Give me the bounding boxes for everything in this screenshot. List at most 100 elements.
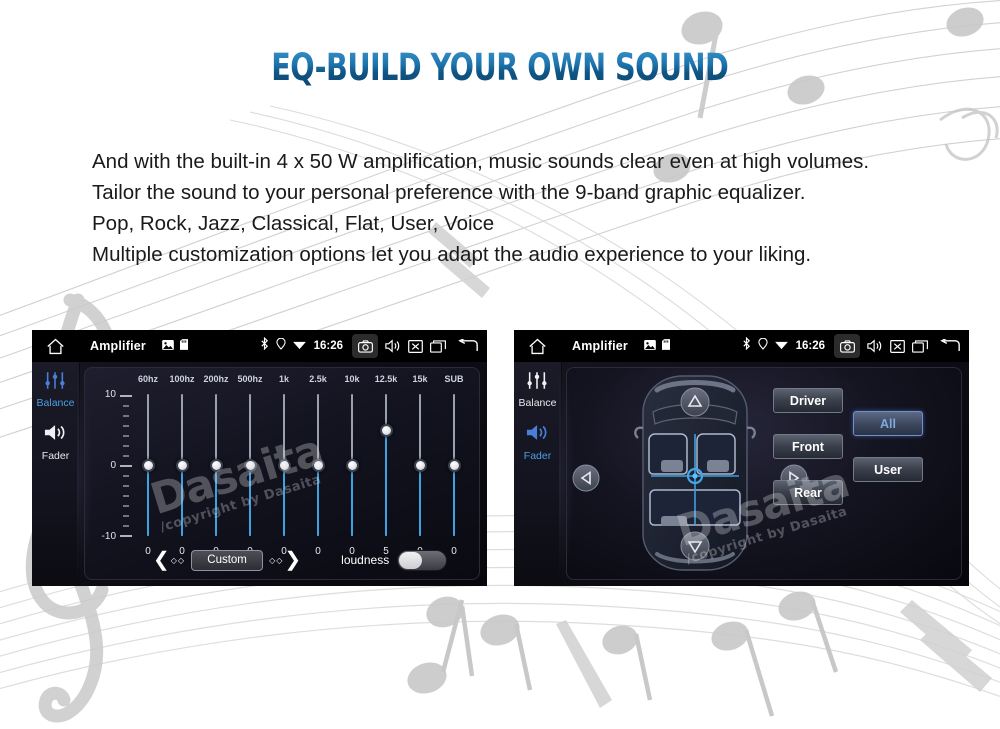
image-icon [162,337,174,355]
eq-slider-thumb[interactable] [175,458,189,472]
arrow-left-icon[interactable] [572,464,600,497]
sdcard-icon [661,337,670,355]
fader-button-all[interactable]: All [853,411,923,436]
chevron-left-icon: ❮ [153,549,170,571]
copy-line-1: And with the built-in 4 x 50 W amplifica… [92,150,870,173]
eq-slider-1k[interactable] [267,394,301,544]
eq-slider-thumb[interactable] [209,458,223,472]
status-bar-fader: Amplifier 16:26 [514,330,969,362]
wifi-icon [292,337,306,355]
sidebar-item-fader-label: Fader [523,450,552,462]
eq-slider-fill [181,465,183,536]
sidebar-item-fader-label: Fader [41,450,70,462]
eq-band-label: 60hz [137,374,158,384]
fader-button-driver[interactable]: Driver [773,388,843,413]
eq-band-label: 1k [278,374,289,384]
eq-slider-thumb[interactable] [413,458,427,472]
eq-slider-12-5k[interactable] [369,394,403,544]
app-title: Amplifier [90,339,146,353]
copy-line-3: Pop, Rock, Jazz, Classical, Flat, User, … [92,212,495,235]
eq-slider-15k[interactable] [403,394,437,544]
preset-button[interactable]: Custom [191,549,264,571]
speaker-icon [526,423,550,447]
status-clock: 16:26 [313,340,343,352]
eq-slider-sub[interactable] [437,394,471,544]
loudness-toggle[interactable] [397,549,448,571]
eq-slider-fill [215,465,217,536]
status-bar-eq: Amplifier 16:26 [32,330,487,362]
volume-icon[interactable] [867,339,883,353]
back-icon[interactable] [939,339,961,353]
eq-slider-thumb[interactable] [345,458,359,472]
status-clock: 16:26 [795,340,825,352]
fader-button-front[interactable]: Front [773,434,843,459]
eq-slider-2-5k[interactable] [301,394,335,544]
home-icon[interactable] [42,338,68,355]
car-balance-diagram[interactable] [605,372,785,574]
eq-slider-fill [351,465,353,536]
eq-slider-thumb[interactable] [277,458,291,472]
eq-slider-fill [283,465,285,536]
eq-slider-10k[interactable] [335,394,369,544]
camera-icon[interactable] [352,334,378,358]
preset-next-button[interactable]: ◇◇ ❯ [268,550,301,570]
eq-sliders [131,394,471,544]
bluetooth-icon [260,336,269,355]
close-box-icon[interactable] [408,339,423,353]
sidebar-item-fader[interactable]: Fader [42,423,69,462]
balance-point [692,473,698,479]
eq-slider-fill [453,465,455,536]
back-icon[interactable] [457,339,479,353]
eq-band-labels: 60hz 100hz 200hz 500hz 1k 2.5k 10k 12.5k… [131,374,471,388]
fader-preset-buttons: Driver Front Rear All User [771,386,951,556]
eq-band-label: 200hz [203,374,229,384]
volume-icon[interactable] [385,339,401,353]
sidebar-rail-eq: Balance Fader [32,362,93,586]
fader-body: Balance Fader Driver Front Rear All User [514,362,969,586]
copy-line-4: Multiple customization options let you a… [92,243,812,266]
sidebar-item-balance[interactable]: Balance [518,372,557,409]
eq-slider-thumb[interactable] [379,423,393,437]
eq-slider-thumb[interactable] [243,458,257,472]
eq-band-label: 2.5k [309,374,327,384]
equalizer-screenshot: Amplifier 16:26 Balance Fader 60hz 100hz… [32,330,487,586]
close-box-icon[interactable] [890,339,905,353]
eq-band-label: 100hz [169,374,195,384]
eq-band-label: SUB [444,374,464,384]
eq-slider-200hz[interactable] [199,394,233,544]
recents-icon[interactable] [912,339,928,353]
app-title: Amplifier [572,339,628,353]
sidebar-rail-fader: Balance Fader [514,362,575,586]
eq-slider-fill [317,465,319,536]
eq-axis-tick-min: -10 [101,531,116,542]
eq-slider-thumb[interactable] [141,458,155,472]
wifi-icon [774,337,788,355]
camera-icon[interactable] [834,334,860,358]
eq-bottom-bar: ❮ ◇◇ Custom ◇◇ ❯ loudness [85,545,479,575]
eq-slider-100hz[interactable] [165,394,199,544]
home-icon[interactable] [524,338,550,355]
sidebar-item-fader[interactable]: Fader [524,423,551,462]
sidebar-item-balance-label: Balance [518,397,557,409]
eq-slider-500hz[interactable] [233,394,267,544]
fader-button-rear[interactable]: Rear [773,480,843,505]
eq-slider-fill [419,465,421,536]
eq-slider-thumb[interactable] [311,458,325,472]
eq-band-label: 10k [344,374,360,384]
preset-prev-button[interactable]: ❮ ◇◇ [153,550,186,570]
equalizer-icon [526,372,548,394]
arrow-down-icon [680,531,710,561]
chevron-right-icon: ❯ [284,549,302,571]
sdcard-icon [179,337,188,355]
recents-icon[interactable] [430,339,446,353]
fader-card: Driver Front Rear All User [566,367,962,580]
fader-button-user[interactable]: User [853,457,923,482]
sidebar-item-balance[interactable]: Balance [37,372,74,409]
preset-prev-dots: ◇◇ [170,555,186,565]
eq-slider-thumb[interactable] [447,458,461,472]
eq-slider-60hz[interactable] [131,394,165,544]
loudness-toggle-knob [399,551,423,569]
eq-band-label: 15k [412,374,428,384]
copy-line-2: Tailor the sound to your personal prefer… [92,181,806,204]
body-copy: And with the built-in 4 x 50 W amplifica… [92,146,942,270]
